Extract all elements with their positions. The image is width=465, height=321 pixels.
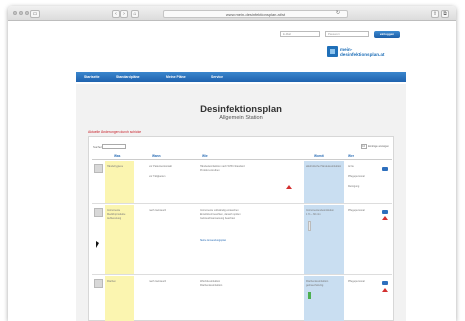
table-row: Flächen nach Gebrauch Wischdesinfektion … xyxy=(92,276,392,321)
sidebar-toggle-button[interactable]: ▭ xyxy=(30,9,40,18)
search-input[interactable] xyxy=(102,143,126,149)
cell-was: Händehygiene xyxy=(107,165,124,168)
back-button[interactable]: ‹ xyxy=(112,9,120,18)
warning-icon[interactable] xyxy=(286,185,292,189)
warning-icon[interactable] xyxy=(382,288,388,292)
cell-wie: Wischdesinfektion xyxy=(200,280,221,283)
cell-womit: alkoholische Händedesinfektion xyxy=(306,165,342,168)
column-header-womit[interactable]: Womit xyxy=(314,153,324,160)
pdf-icon[interactable] xyxy=(382,167,388,171)
plan-table: Suchen: 10 Einträge anzeigen Was Wann Wi… xyxy=(88,136,394,321)
cell-wer-3: Reinigung xyxy=(348,185,360,188)
row-thumbnail xyxy=(94,164,103,173)
cell-wie-2: Einwirkzeit beachten, danach spülen xyxy=(200,213,241,216)
browser-window: ▭ ‹ › ⌂ www.mein-desinfektionsplan.at/st… xyxy=(8,6,456,321)
cell-wer: Pflegepersonal xyxy=(348,280,365,283)
window-controls xyxy=(13,11,29,15)
cell-wann: nach Gebrauch xyxy=(149,280,167,283)
column-header-was[interactable]: Was xyxy=(114,153,120,160)
logo-icon xyxy=(327,46,338,57)
perpage-label: Einträge anzeigen xyxy=(368,144,389,148)
cell-wie: Händedesinfektion nach WHO-Standard xyxy=(200,165,245,168)
table-header: Was Wann Wie Womit Wer xyxy=(92,153,392,160)
cell-womit: Instrumentendesinfektion xyxy=(306,209,334,212)
cell-was-3: Aufbereitung xyxy=(107,217,122,220)
cell-wie: Instrumente vollständig eintauchen xyxy=(200,209,239,212)
nav-item-startseite[interactable]: Startseite xyxy=(84,72,99,82)
cell-was: Instrumente xyxy=(107,209,121,212)
share-button[interactable]: ⇧ xyxy=(431,9,439,18)
zoom-window-icon[interactable] xyxy=(25,11,29,15)
page-subtitle: Allgemein Station xyxy=(219,115,263,121)
cell-wann: vor Patientenkontakt xyxy=(149,165,172,168)
row-thumbnail xyxy=(94,279,103,288)
cell-wie-2: Flächendesinfektion xyxy=(200,284,223,287)
product-bottle-green-icon xyxy=(308,292,311,299)
nav-item-service[interactable]: Service xyxy=(211,72,223,82)
row-thumbnail xyxy=(94,208,103,217)
cell-womit-2: 1 % – 60 min xyxy=(306,213,321,216)
content-panel: Desinfektionsplan Allgemein Station Aktu… xyxy=(76,84,406,321)
cell-wer-2: Pflegepersonal xyxy=(348,175,365,178)
close-window-icon[interactable] xyxy=(13,11,17,15)
cell-wann-2: vor Tätigkeiten xyxy=(149,175,166,178)
table-row: Instrumente Medizinprodukte Aufbereitung… xyxy=(92,205,392,275)
nav-item-meine-plaene[interactable]: Meine Pläne xyxy=(166,72,186,82)
nav-item-standardplaene[interactable]: Standardpläne xyxy=(116,72,140,82)
pdf-icon[interactable] xyxy=(382,210,388,214)
cell-wer: Ärzte xyxy=(348,165,354,168)
forward-button[interactable]: › xyxy=(120,9,128,18)
browser-toolbar: ▭ ‹ › ⌂ www.mein-desinfektionsplan.at/st… xyxy=(8,6,456,21)
anwendungsplan-link[interactable]: Siehe Anwendungsplan xyxy=(200,239,292,243)
cell-wer: Pflegepersonal xyxy=(348,209,365,212)
changes-link[interactable]: Aktuelle Änderungen durch schicke xyxy=(88,130,141,134)
cell-was: Flächen xyxy=(107,280,116,283)
tabs-button[interactable]: ⧉ xyxy=(441,9,449,18)
column-header-wer[interactable]: Wer xyxy=(348,153,354,160)
cell-wie-3: Gebrauchsanweisung beachten xyxy=(200,217,236,220)
home-icon[interactable]: ⌂ xyxy=(131,9,139,18)
column-header-wie[interactable]: Wie xyxy=(202,153,208,160)
site-logo[interactable]: mein- desinfektionsplan.at xyxy=(327,46,384,57)
column-header-wann[interactable]: Wann xyxy=(152,153,161,160)
reload-icon[interactable]: ↻ xyxy=(333,10,343,18)
mouse-pointer-icon xyxy=(96,241,99,248)
web-page: E-Mail Passwort einloggen mein- desinfek… xyxy=(8,21,456,321)
perpage-select[interactable]: 10 xyxy=(360,143,367,149)
main-navigation: Startseite Standardpläne Meine Pläne Ser… xyxy=(76,72,406,82)
cell-wann: nach Gebrauch xyxy=(149,209,167,212)
page-title: Desinfektionsplan xyxy=(200,104,282,115)
cell-was-2: Medizinprodukte xyxy=(107,213,126,216)
cell-wie-2: Produkt einreiben xyxy=(200,169,220,172)
minimize-window-icon[interactable] xyxy=(19,11,23,15)
address-bar[interactable]: www.mein-desinfektionsplan.at/st xyxy=(163,9,348,18)
login-button[interactable]: einloggen xyxy=(374,30,400,38)
product-bottle-icon xyxy=(308,221,311,231)
cell-womit: Flächendesinfektion xyxy=(306,280,329,283)
cell-womit-2: gebrauchsfertig xyxy=(306,284,324,287)
table-row: Händehygiene vor Patientenkontakt vor Tä… xyxy=(92,161,392,204)
email-field[interactable]: E-Mail xyxy=(280,31,320,37)
pdf-icon[interactable] xyxy=(382,281,388,285)
password-field[interactable]: Passwort xyxy=(325,31,369,37)
perpage-control: 10 Einträge anzeigen xyxy=(360,143,389,149)
logo-text-line2: desinfektionsplan.at xyxy=(340,51,385,57)
warning-icon[interactable] xyxy=(382,216,388,220)
